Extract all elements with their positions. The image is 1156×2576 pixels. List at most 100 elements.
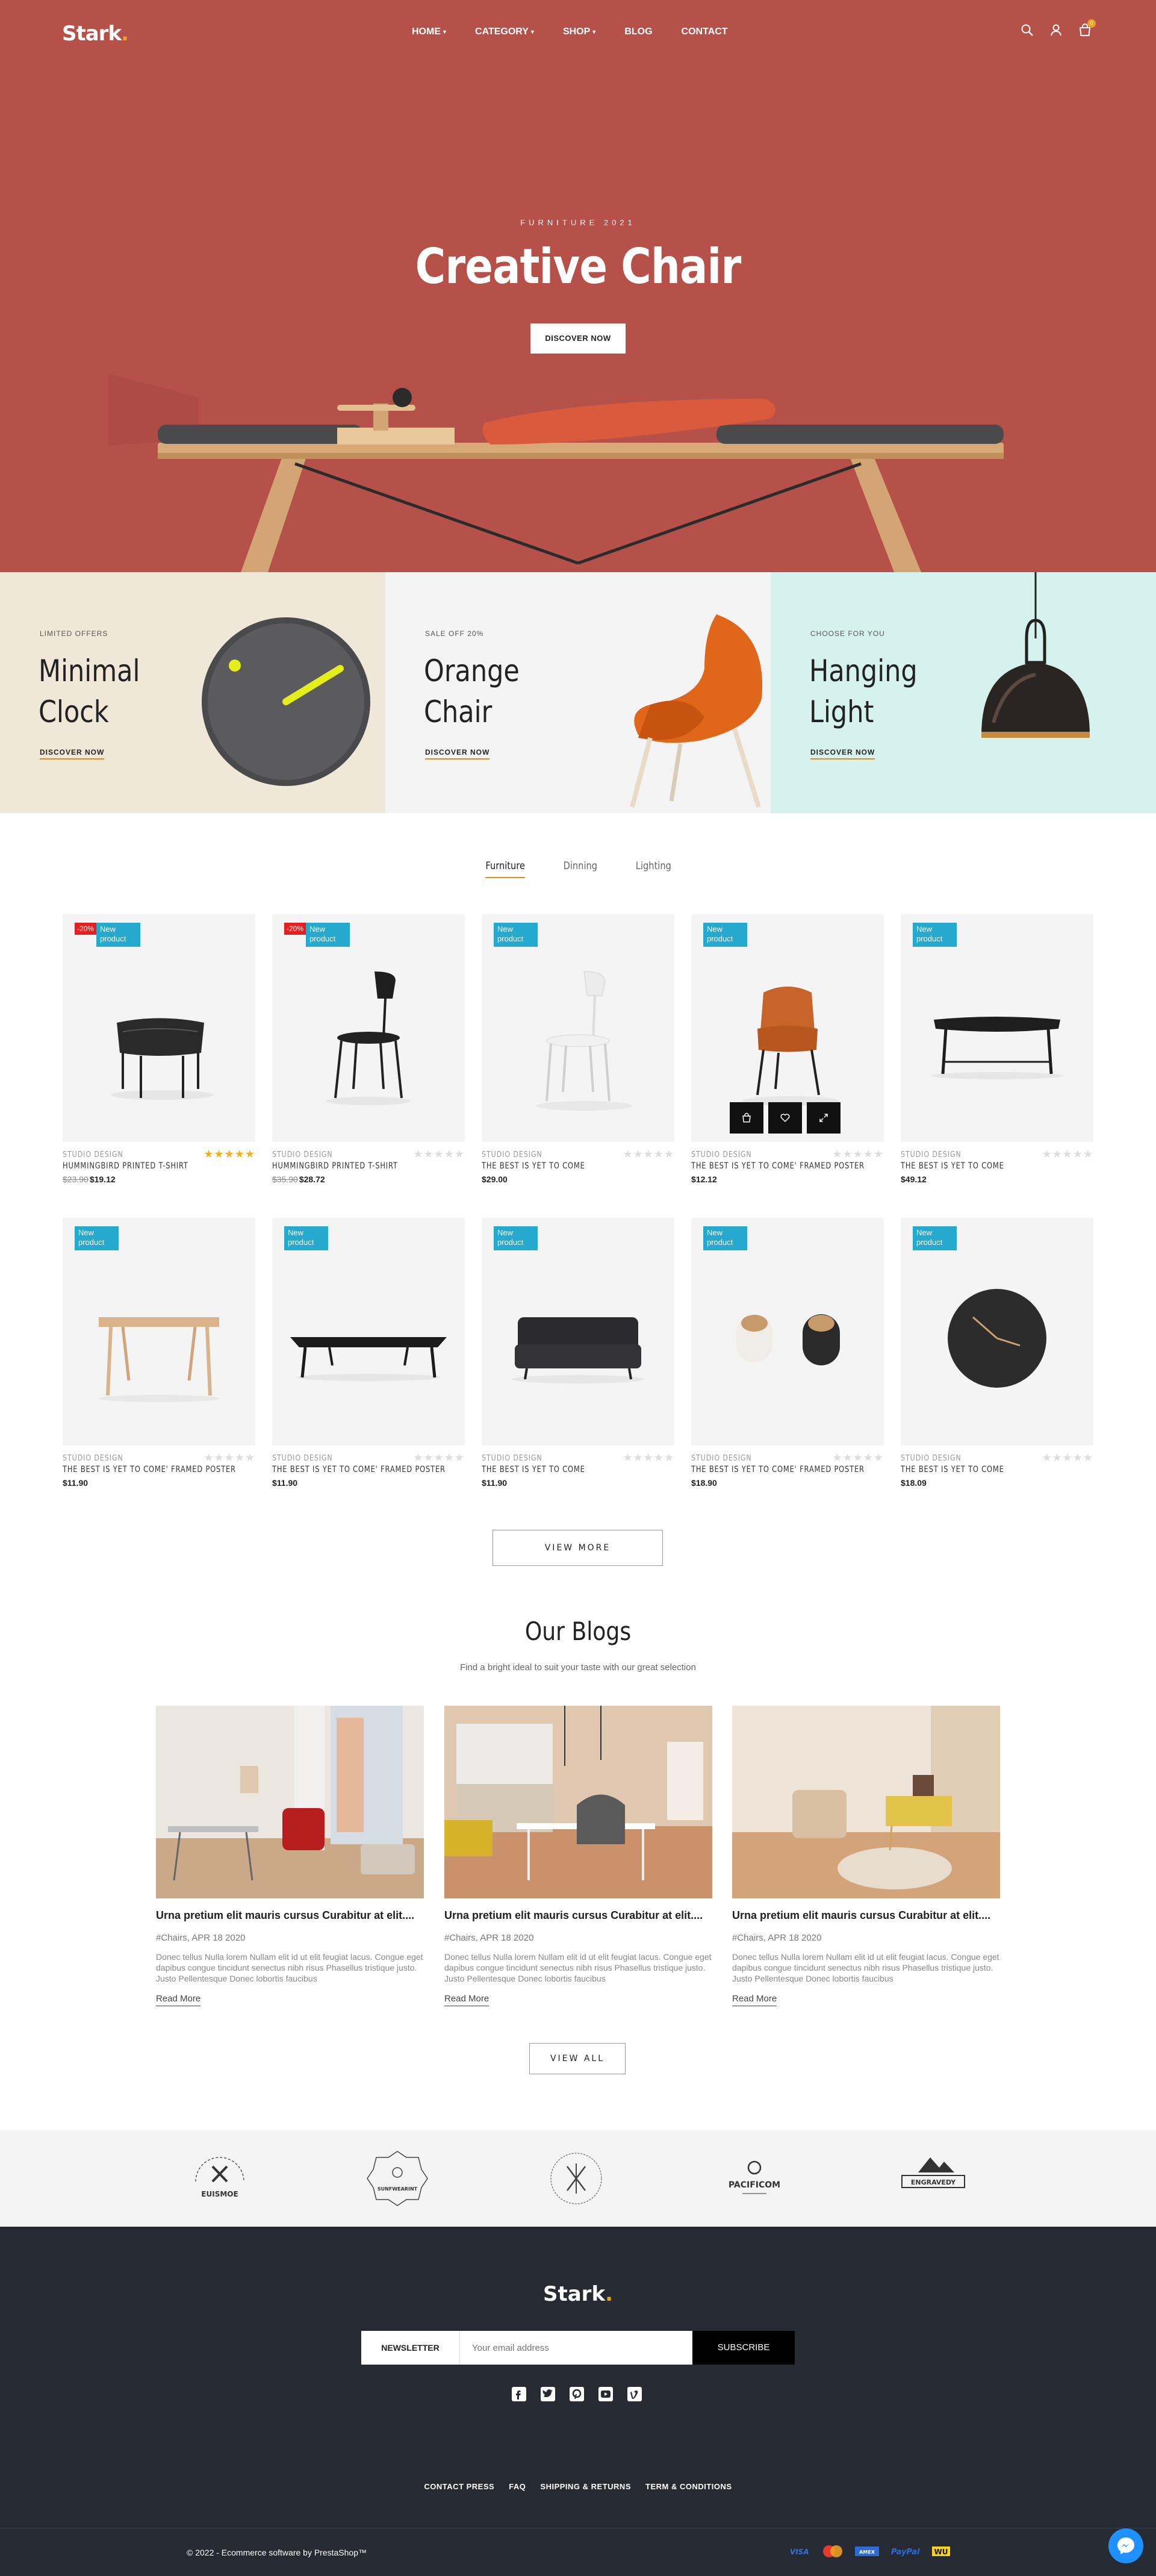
newsletter-label: NEWSLETTER	[361, 2331, 460, 2365]
pinterest-icon[interactable]	[567, 2384, 586, 2403]
nav-category[interactable]: CATEGORY ▾	[475, 27, 534, 37]
product-card[interactable]: New product STUDIO DESIGN ★★★★★ THE BEST…	[272, 1218, 465, 1495]
site-logo[interactable]: Stark.	[62, 22, 129, 46]
footer-link-faq[interactable]: FAQ	[509, 2482, 526, 2491]
blog-title[interactable]: Urna pretium elit mauris cursus Curabitu…	[444, 1909, 712, 1922]
hero-title: Creative Chair	[415, 239, 742, 295]
tab-lighting[interactable]: Lighting	[635, 860, 671, 878]
view-all-button[interactable]: VIEW ALL	[529, 2043, 626, 2074]
product-card[interactable]: New product STUDIO DESIGN ★★★★★ THE BEST…	[691, 1218, 884, 1495]
blog-image[interactable]	[156, 1706, 424, 1898]
brand-logo-badge[interactable]	[540, 2148, 612, 2209]
footer-link-terms[interactable]: TERM & CONDITIONS	[645, 2482, 732, 2491]
blog-image[interactable]	[732, 1706, 1000, 1898]
old-price: $23.90	[63, 1174, 89, 1184]
nav-blog[interactable]: BLOG	[624, 27, 652, 37]
product-name[interactable]: THE BEST IS YET TO COME	[901, 1465, 1004, 1474]
blog-image[interactable]	[444, 1706, 712, 1898]
product-card[interactable]: -20% New product STUDIO DESIGN ★★★★★ HUMM…	[272, 914, 465, 1191]
newsletter-email-input[interactable]	[460, 2331, 692, 2365]
youtube-icon[interactable]	[596, 2384, 615, 2403]
discover-now-button[interactable]: DISCOVER NOW	[530, 323, 626, 354]
cart-icon[interactable]: 0	[1078, 19, 1096, 37]
product-name[interactable]: THE BEST IS YET TO COME' FRAMED POSTER	[63, 1465, 236, 1474]
compare-button[interactable]	[807, 1102, 841, 1134]
vimeo-icon[interactable]	[625, 2384, 644, 2403]
product-name[interactable]: THE BEST IS YET TO COME	[482, 1161, 585, 1171]
orange-chair-image	[630, 614, 763, 808]
product-price: $12.12	[691, 1174, 717, 1184]
read-more-link[interactable]: Read More	[732, 1994, 777, 2006]
promo-discover-link[interactable]: DISCOVER NOW	[40, 748, 105, 759]
product-card[interactable]: New product STUDIO DESIGN ★★★★★ THE BEST…	[482, 914, 674, 1191]
product-price: $18.90	[691, 1478, 717, 1488]
product-image[interactable]: New product	[901, 914, 1093, 1142]
product-card[interactable]: New product STUDIO DESIGN ★★★★★ THE BEST…	[691, 914, 884, 1191]
product-name[interactable]: THE BEST IS YET TO COME' FRAMED POSTER	[691, 1161, 865, 1171]
add-to-cart-button[interactable]	[730, 1102, 763, 1134]
product-name[interactable]: HUMMINGBIRD PRINTED T-SHIRT	[63, 1161, 188, 1171]
footer-logo[interactable]: Stark.	[0, 2282, 1156, 2306]
product-image[interactable]: New product	[482, 914, 674, 1142]
product-image[interactable]: New product	[482, 1218, 674, 1445]
product-image[interactable]: New product	[691, 1218, 884, 1445]
brand-logo-sunfwearint[interactable]: SUNFWEARINT	[361, 2148, 434, 2209]
footer-link-contact-press[interactable]: CONTACT PRESS	[424, 2482, 494, 2491]
new-product-badge: New product	[913, 923, 957, 947]
rating-stars: ★★★★★	[413, 1148, 465, 1160]
product-name[interactable]: THE BEST IS YET TO COME' FRAMED POSTER	[272, 1465, 446, 1474]
rating-stars: ★★★★★	[204, 1148, 255, 1160]
product-image[interactable]: -20% New product	[63, 914, 255, 1142]
rating-stars: ★★★★★	[623, 1452, 674, 1464]
product-image[interactable]: -20% New product	[272, 914, 465, 1142]
product-card[interactable]: New product STUDIO DESIGN ★★★★★ THE BEST…	[63, 1218, 255, 1495]
brand-logo-euismoe[interactable]: EUISMOE	[184, 2148, 256, 2209]
facebook-icon[interactable]	[509, 2384, 528, 2403]
hero-kicker: FURNITURE 2021	[520, 218, 636, 227]
promo-discover-link[interactable]: DISCOVER NOW	[810, 748, 875, 759]
read-more-link[interactable]: Read More	[156, 1994, 201, 2006]
twitter-icon[interactable]	[538, 2384, 557, 2403]
promo-discover-link[interactable]: DISCOVER NOW	[425, 748, 490, 759]
blog-title[interactable]: Urna pretium elit mauris cursus Curabitu…	[156, 1909, 424, 1922]
promo-kicker: SALE OFF 20%	[425, 629, 484, 638]
nav-shop[interactable]: SHOP ▾	[563, 27, 595, 37]
product-card[interactable]: -20% New product STUDIO DESIGN ★★★★★ HUMM…	[63, 914, 255, 1191]
product-card[interactable]: New product STUDIO DESIGN ★★★★★ THE BEST…	[901, 914, 1093, 1191]
new-product-badge: New product	[703, 923, 747, 947]
view-more-button[interactable]: VIEW MORE	[493, 1530, 663, 1566]
product-name[interactable]: HUMMINGBIRD PRINTED T-SHIRT	[272, 1161, 398, 1171]
user-icon[interactable]	[1049, 23, 1063, 37]
brand-logo-pacificom[interactable]: PACIFICOM	[718, 2148, 791, 2209]
blog-title[interactable]: Urna pretium elit mauris cursus Curabitu…	[732, 1909, 1000, 1922]
wishlist-button[interactable]	[768, 1102, 802, 1134]
promo-orange-chair[interactable]: SALE OFF 20% Orange Chair DISCOVER NOW	[385, 572, 771, 813]
product-image[interactable]: New product	[691, 914, 884, 1142]
search-icon[interactable]	[1020, 23, 1034, 37]
product-image[interactable]: New product	[901, 1218, 1093, 1445]
product-price: $29.00	[482, 1174, 508, 1184]
promo-hanging-light[interactable]: CHOOSE FOR YOU Hanging Light DISCOVER NO…	[771, 572, 1156, 813]
product-image[interactable]: New product	[63, 1218, 255, 1445]
new-product-badge: New product	[75, 1226, 119, 1250]
read-more-link[interactable]: Read More	[444, 1994, 489, 2006]
promo-minimal-clock[interactable]: LIMITED OFFERS Minimal Clock DISCOVER NO…	[0, 572, 385, 813]
tab-furniture[interactable]: Furniture	[485, 860, 525, 878]
product-name[interactable]: THE BEST IS YET TO COME' FRAMED POSTER	[691, 1465, 865, 1474]
product-name[interactable]: THE BEST IS YET TO COME	[482, 1465, 585, 1474]
nav-contact[interactable]: CONTACT	[682, 27, 728, 37]
footer-link-shipping[interactable]: SHIPPING & RETURNS	[540, 2482, 631, 2491]
nav-home[interactable]: HOME ▾	[412, 27, 446, 37]
product-image[interactable]: New product	[272, 1218, 465, 1445]
subscribe-button[interactable]: SUBSCRIBE	[692, 2331, 795, 2365]
new-product-badge: New product	[306, 923, 350, 947]
tab-dinning[interactable]: Dinning	[564, 860, 597, 878]
western-union-icon: WU	[932, 2546, 950, 2556]
product-card[interactable]: New product STUDIO DESIGN ★★★★★ THE BEST…	[901, 1218, 1093, 1495]
pendant-lamp-image	[981, 572, 1090, 738]
product-name[interactable]: THE BEST IS YET TO COME	[901, 1161, 1004, 1171]
product-card[interactable]: New product STUDIO DESIGN ★★★★★ THE BEST…	[482, 1218, 674, 1495]
brand-logo-engravedy[interactable]: ENGRAVEDY	[897, 2148, 969, 2209]
messenger-chat-button[interactable]	[1108, 2528, 1143, 2563]
product-brand: STUDIO DESIGN	[691, 1454, 752, 1463]
